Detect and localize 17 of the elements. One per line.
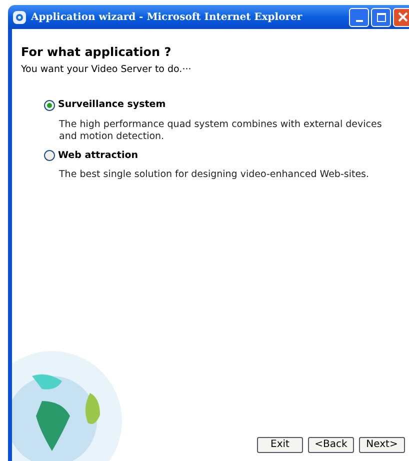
maximize-button[interactable] bbox=[371, 8, 391, 26]
wizard-button[interactable]: Exit bbox=[257, 437, 303, 453]
option-description: The high performance quad system combines with external devices and motion detection. bbox=[58, 118, 383, 142]
radio-option[interactable]: Web attraction bbox=[44, 148, 409, 163]
minimize-button[interactable] bbox=[349, 8, 369, 26]
browser-icon bbox=[13, 10, 26, 24]
radio-option[interactable]: Surveillance system bbox=[44, 98, 409, 112]
close-button[interactable] bbox=[393, 8, 409, 26]
wizard-button[interactable]: Next> bbox=[359, 437, 405, 453]
wizard-button[interactable]: <Back bbox=[308, 437, 354, 453]
option-description: The best single solution for designing video-enhanced Web-sites. bbox=[58, 168, 370, 181]
radio-button[interactable] bbox=[44, 100, 55, 111]
window-title: Application wizard - Microsoft Internet Explorer bbox=[31, 10, 304, 24]
page-heading: For what application ? bbox=[21, 44, 172, 61]
radio-button[interactable] bbox=[44, 150, 55, 162]
page-subheading: You want your Video Server to do.··· bbox=[21, 63, 192, 77]
close-icon bbox=[398, 12, 408, 22]
